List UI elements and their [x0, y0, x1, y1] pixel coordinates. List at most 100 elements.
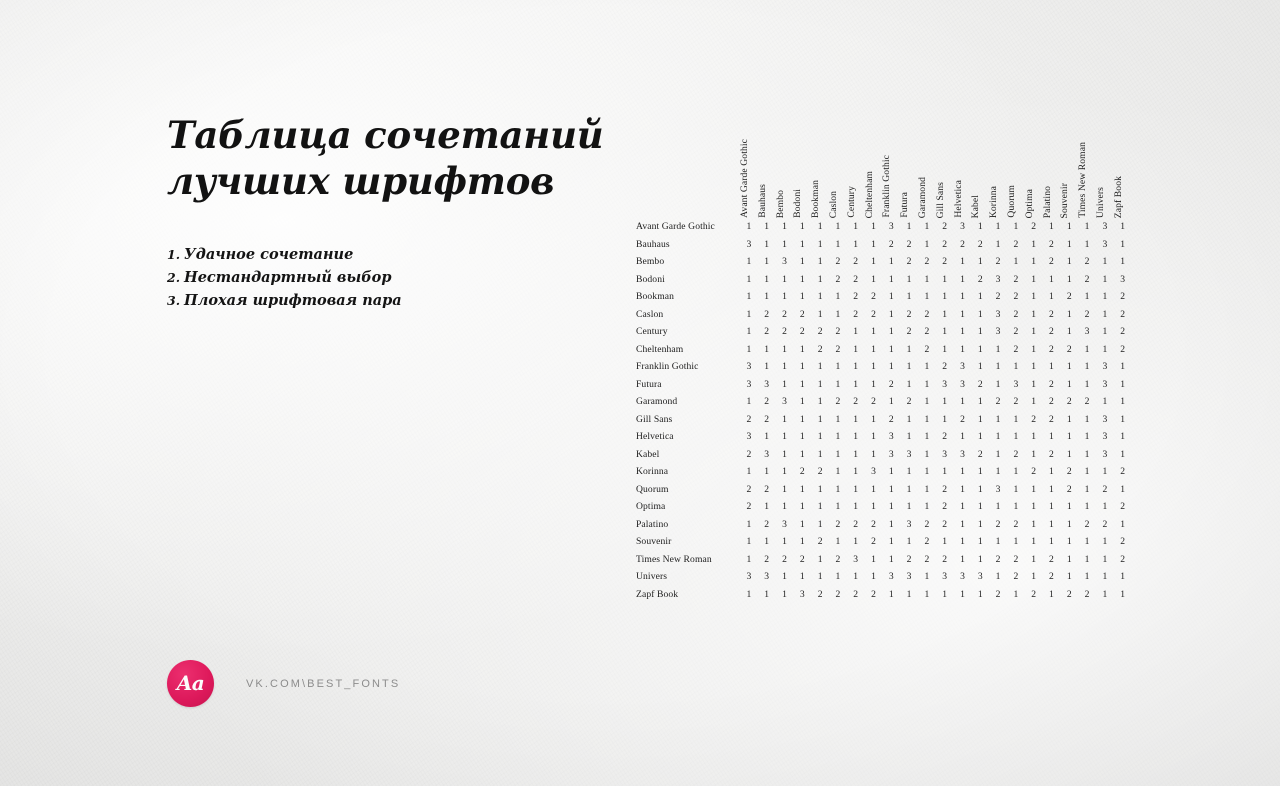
- matrix-cell: 1: [924, 396, 930, 407]
- matrix-cell: 1: [1120, 413, 1126, 425]
- matrix-cell: 3: [888, 431, 894, 442]
- matrix-cell: 1: [1084, 361, 1090, 372]
- matrix-row-header: Bauhaus: [636, 238, 670, 250]
- matrix-cell: 2: [942, 553, 948, 565]
- matrix-cell: 1: [995, 221, 1001, 232]
- matrix-cell: 1: [888, 396, 894, 407]
- matrix-cell: 2: [960, 413, 965, 425]
- matrix-cell: 1: [906, 361, 912, 372]
- matrix-cell: 2: [871, 291, 876, 302]
- matrix-cell: 3: [942, 448, 948, 460]
- matrix-column-header-label: Souvenir: [1059, 182, 1071, 218]
- matrix-cell: 2: [1084, 273, 1090, 285]
- matrix-cell: 2: [1120, 291, 1126, 302]
- matrix-cell: 1: [906, 483, 912, 495]
- matrix-cell: 1: [906, 221, 912, 232]
- matrix-cell: 2: [1049, 448, 1054, 460]
- matrix-row: Bodoni 1 1 1 1 1 2 2 1 1 1 1 1 1 2 3 2 1 1 1 2 1 3: [636, 271, 1132, 289]
- matrix-cell: 1: [1066, 518, 1072, 530]
- matrix-cell: 2: [942, 238, 948, 250]
- matrix-cell: 1: [1084, 291, 1090, 302]
- matrix-column-header-label: Korinna: [988, 185, 1000, 218]
- matrix-cell: 1: [924, 291, 930, 302]
- matrix-cell: 1: [835, 413, 841, 425]
- matrix-cell: 1: [817, 291, 823, 302]
- matrix-row: Kabel 2 3 1 1 1 1 1 1 3 3 1 3 3 2 1 2 1 2 1 1 3 1: [636, 446, 1132, 464]
- poster-content: Таблица сочетаний лучших шрифтов 1. Удачн…: [0, 0, 1280, 786]
- matrix-cell: 1: [746, 518, 752, 530]
- matrix-cell: 2: [835, 326, 841, 337]
- matrix-cell: 1: [871, 273, 876, 285]
- matrix-cell: 1: [1102, 501, 1108, 512]
- matrix-cell: 1: [835, 378, 841, 390]
- matrix-cell: 2: [942, 501, 948, 512]
- matrix-row: Franklin Gothic 3 1 1 1 1 1 1 1 1 1 1 2 3 1 1 1 1 1 1 1 3 1: [636, 358, 1132, 376]
- matrix-cell: 2: [906, 256, 912, 267]
- matrix-cell: 2: [835, 273, 841, 285]
- matrix-cell: 1: [888, 291, 894, 302]
- matrix-cell: 3: [746, 238, 752, 250]
- matrix-cell: 2: [924, 518, 930, 530]
- matrix-cell: 2: [871, 308, 876, 320]
- matrix-cell: 2: [888, 238, 894, 250]
- matrix-cell: 1: [782, 571, 787, 582]
- matrix-cell: 2: [835, 518, 841, 530]
- footer: Aa vk.com\best_fonts: [167, 660, 400, 707]
- matrix-cell: 1: [871, 571, 876, 582]
- legend-item: 1. Удачное сочетание: [167, 246, 607, 263]
- matrix-cell: 2: [1049, 378, 1054, 390]
- matrix-cell: 1: [817, 448, 823, 460]
- matrix-column-header-label: Bookman: [810, 179, 822, 218]
- matrix-cell: 2: [1049, 326, 1054, 337]
- matrix-cell: 1: [906, 588, 912, 600]
- matrix-cell: 1: [853, 536, 859, 547]
- matrix-cell: 1: [1031, 238, 1037, 250]
- matrix-cell: 1: [942, 291, 948, 302]
- matrix-cell: 1: [977, 308, 983, 320]
- matrix-cell: 1: [1049, 501, 1054, 512]
- matrix-cell: 1: [1084, 536, 1090, 547]
- matrix-cell: 1: [764, 343, 770, 355]
- matrix-cell: 1: [1120, 361, 1126, 372]
- matrix-cell: 1: [977, 361, 983, 372]
- matrix-cell: 2: [835, 343, 841, 355]
- matrix-cell: 3: [746, 571, 752, 582]
- matrix-column-header: Bembo: [775, 108, 794, 218]
- matrix-cell: 1: [871, 361, 876, 372]
- matrix-row-header: Bembo: [636, 256, 665, 267]
- matrix-cell: 1: [1066, 413, 1072, 425]
- matrix-cell: 2: [817, 326, 823, 337]
- matrix-cell: 1: [871, 448, 876, 460]
- matrix-cell: 1: [977, 396, 983, 407]
- matrix-cell: 1: [1066, 448, 1072, 460]
- matrix-cell: 1: [1031, 343, 1037, 355]
- matrix-cell: 1: [942, 396, 948, 407]
- matrix-column-header-label: Franklin Gothic: [881, 155, 893, 218]
- matrix-cell: 1: [1066, 256, 1072, 267]
- matrix-cell: 1: [853, 343, 859, 355]
- matrix-cell: 1: [960, 518, 965, 530]
- matrix-cell: 1: [942, 273, 948, 285]
- matrix-cell: 1: [1120, 588, 1126, 600]
- matrix-cell: 1: [764, 273, 770, 285]
- matrix-cell: 2: [835, 588, 841, 600]
- matrix-cell: 1: [888, 256, 894, 267]
- matrix-cell: 1: [924, 448, 930, 460]
- matrix-cell: 2: [871, 396, 876, 407]
- matrix-cell: 1: [782, 588, 787, 600]
- matrix-cell: 1: [1084, 343, 1090, 355]
- matrix-row-header: Avant Garde Gothic: [636, 221, 715, 232]
- matrix-cell: 1: [871, 378, 876, 390]
- matrix-cell: 1: [1066, 501, 1072, 512]
- matrix-cell: 3: [1102, 361, 1108, 372]
- matrix-cell: 2: [835, 396, 841, 407]
- matrix-cell: 1: [906, 343, 912, 355]
- matrix-cell: 2: [817, 536, 823, 547]
- matrix-cell: 1: [871, 221, 876, 232]
- matrix-cell: 2: [746, 413, 752, 425]
- matrix-cell: 2: [1031, 413, 1037, 425]
- matrix-cell: 1: [1102, 588, 1108, 600]
- matrix-cell: 1: [853, 361, 859, 372]
- matrix-column-header-label: Garamond: [916, 176, 928, 218]
- matrix-cell: 1: [924, 361, 930, 372]
